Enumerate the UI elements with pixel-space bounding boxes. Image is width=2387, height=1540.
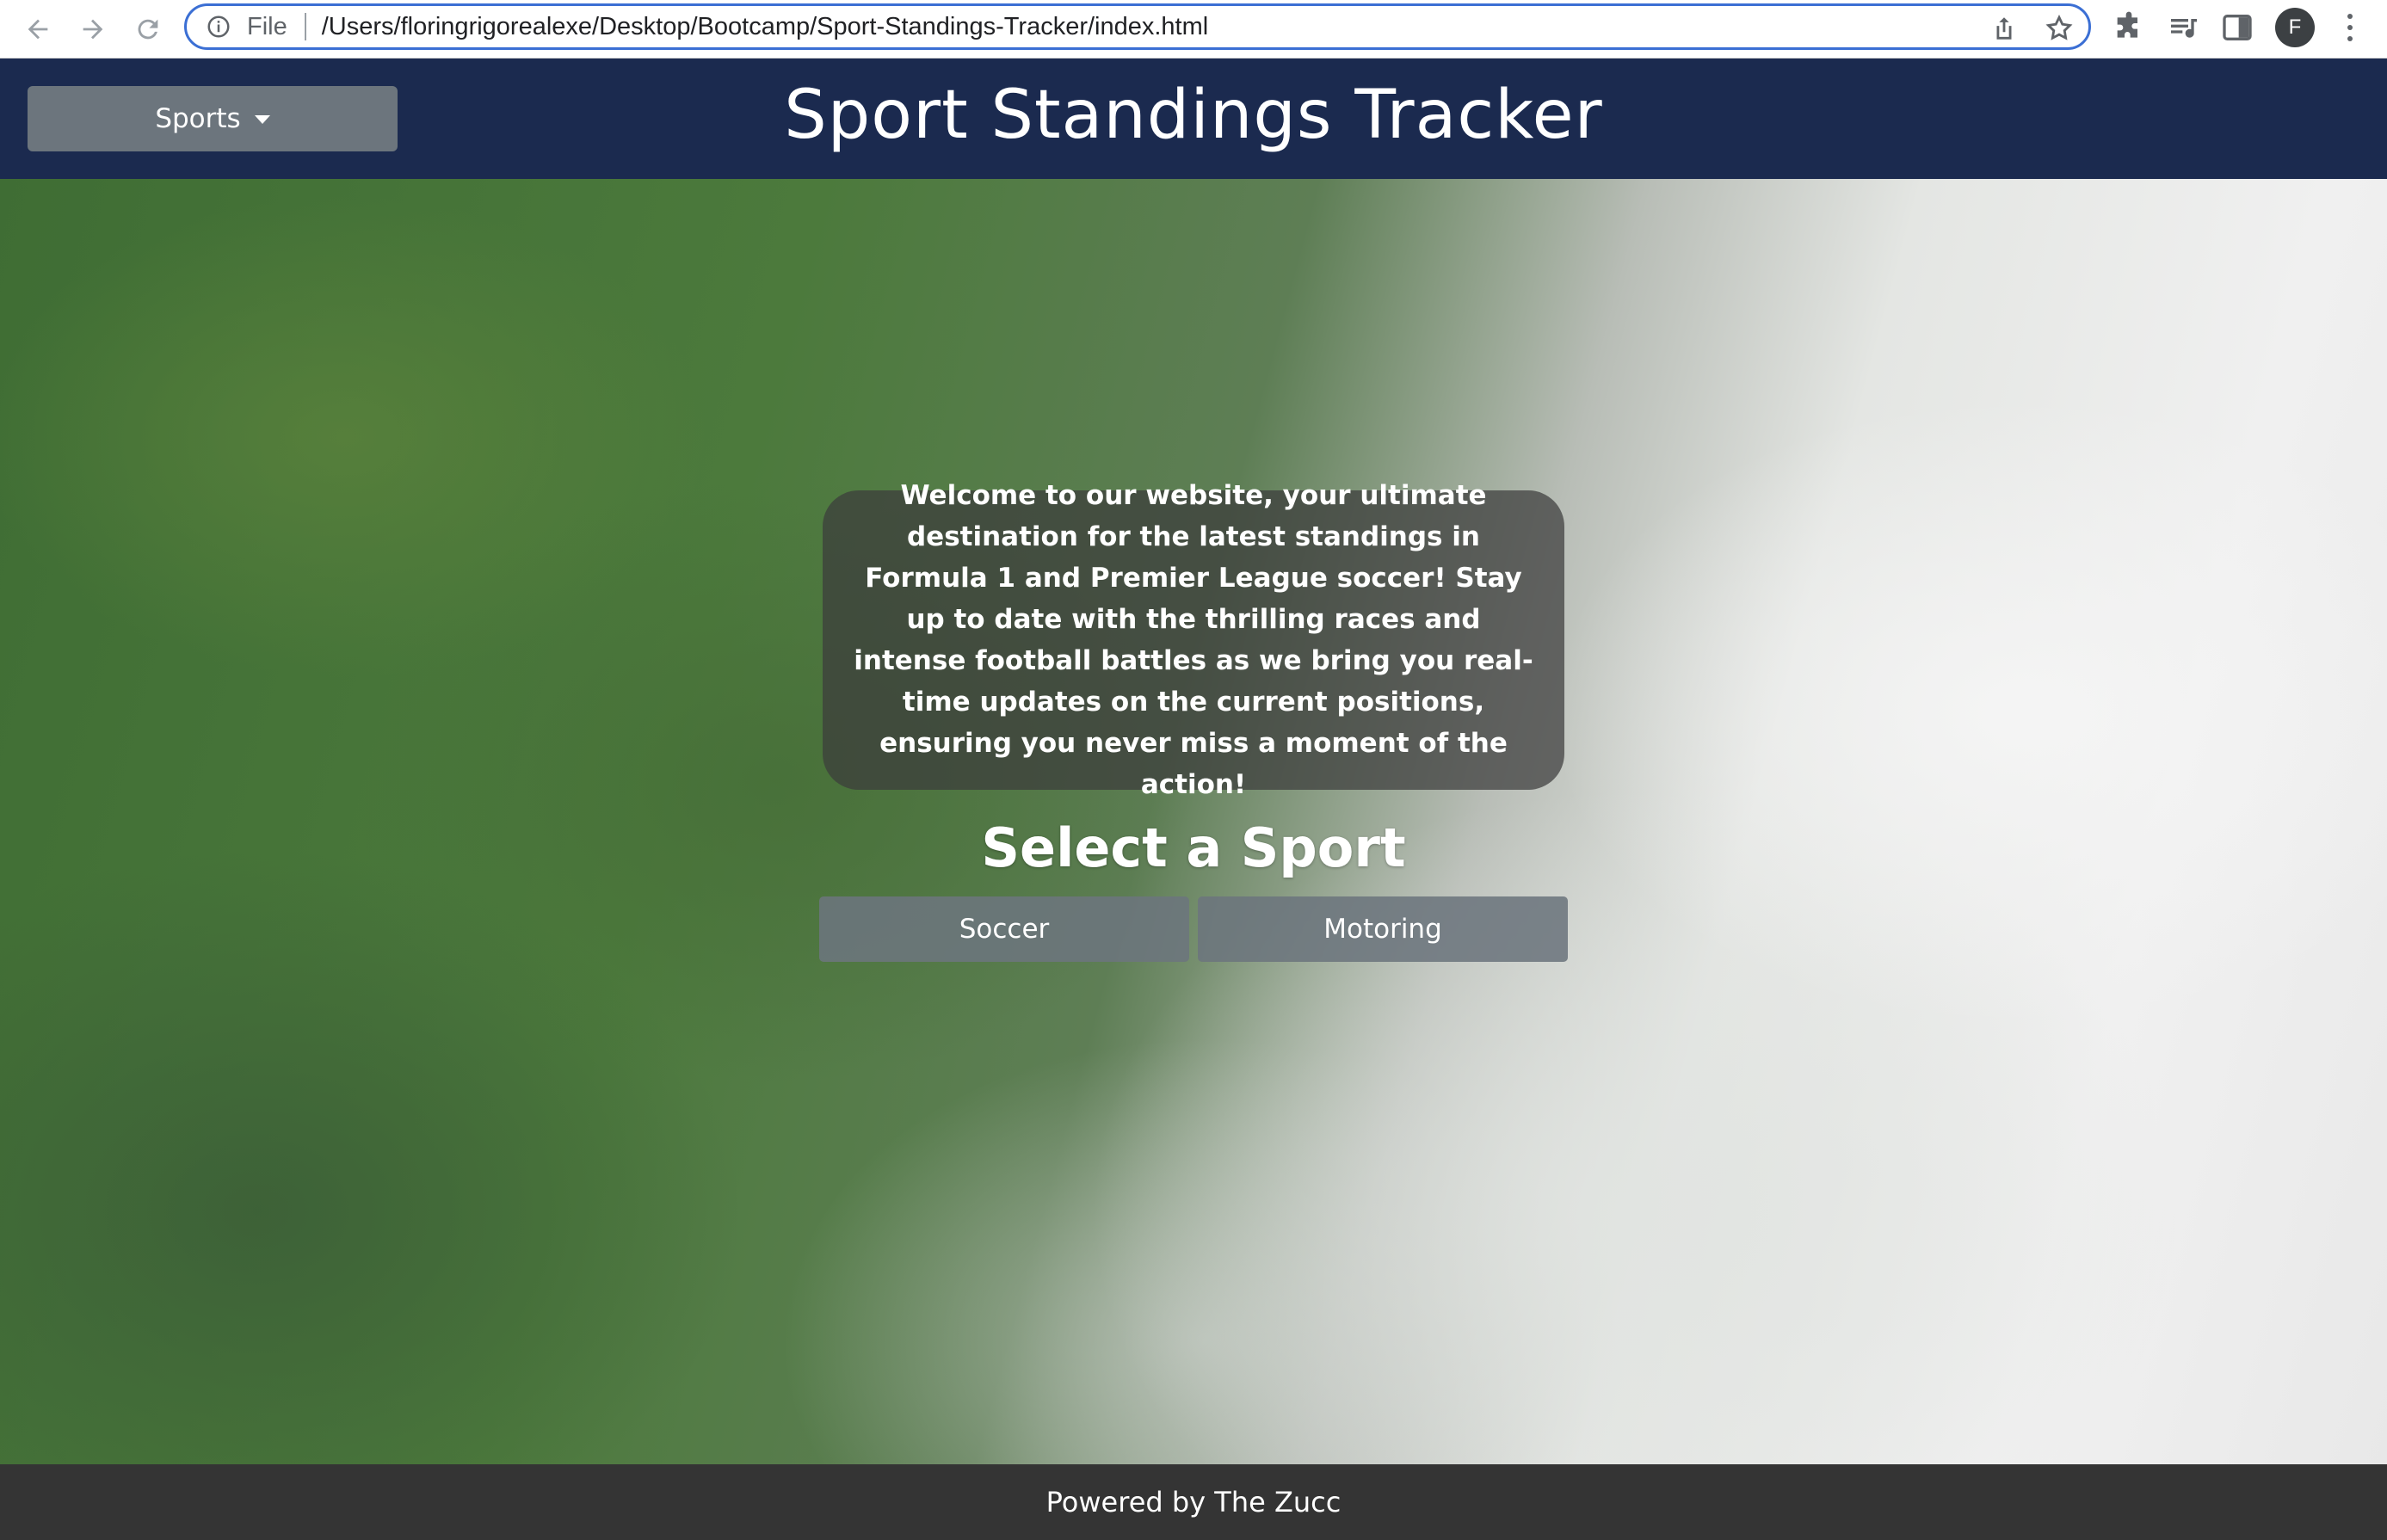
share-icon[interactable]	[1989, 14, 2019, 43]
extensions-icon[interactable]	[2112, 10, 2146, 45]
browser-toolbar: File /Users/floringrigorealexe/Desktop/B…	[0, 0, 2387, 59]
profile-avatar[interactable]: F	[2275, 8, 2315, 47]
forward-button[interactable]	[71, 7, 115, 52]
motoring-button[interactable]: Motoring	[1198, 896, 1568, 962]
info-icon[interactable]	[206, 14, 231, 40]
welcome-text: Welcome to our website, your ultimate de…	[854, 480, 1533, 800]
star-icon[interactable]	[2045, 14, 2074, 43]
reload-icon	[138, 19, 158, 40]
page-content: Sports Sport Standings Tracker Welcome t…	[0, 59, 2387, 1540]
divider	[304, 13, 306, 40]
back-button[interactable]	[15, 7, 60, 52]
welcome-message: Welcome to our website, your ultimate de…	[823, 480, 1564, 800]
footer-text: Powered by The Zucc	[1045, 1486, 1342, 1518]
page-title: Sport Standings Tracker	[784, 77, 1603, 154]
reload-button[interactable]	[126, 7, 170, 52]
soccer-button[interactable]: Soccer	[819, 896, 1189, 962]
arrow-left-icon	[28, 19, 48, 40]
site-header: Sports Sport Standings Tracker	[0, 59, 2387, 179]
select-sport-heading: Select a Sport	[981, 816, 1406, 879]
menu-icon[interactable]	[2337, 10, 2363, 45]
url-text[interactable]: /Users/floringrigorealexe/Desktop/Bootca…	[322, 13, 1208, 41]
side-panel-icon[interactable]	[2220, 10, 2254, 45]
media-icon[interactable]	[2167, 10, 2201, 45]
file-label: File	[247, 12, 287, 40]
site-footer: Powered by The Zucc	[0, 1464, 2387, 1540]
address-bar[interactable]: File /Users/floringrigorealexe/Desktop/B…	[184, 3, 2091, 50]
arrow-right-icon	[83, 19, 103, 40]
